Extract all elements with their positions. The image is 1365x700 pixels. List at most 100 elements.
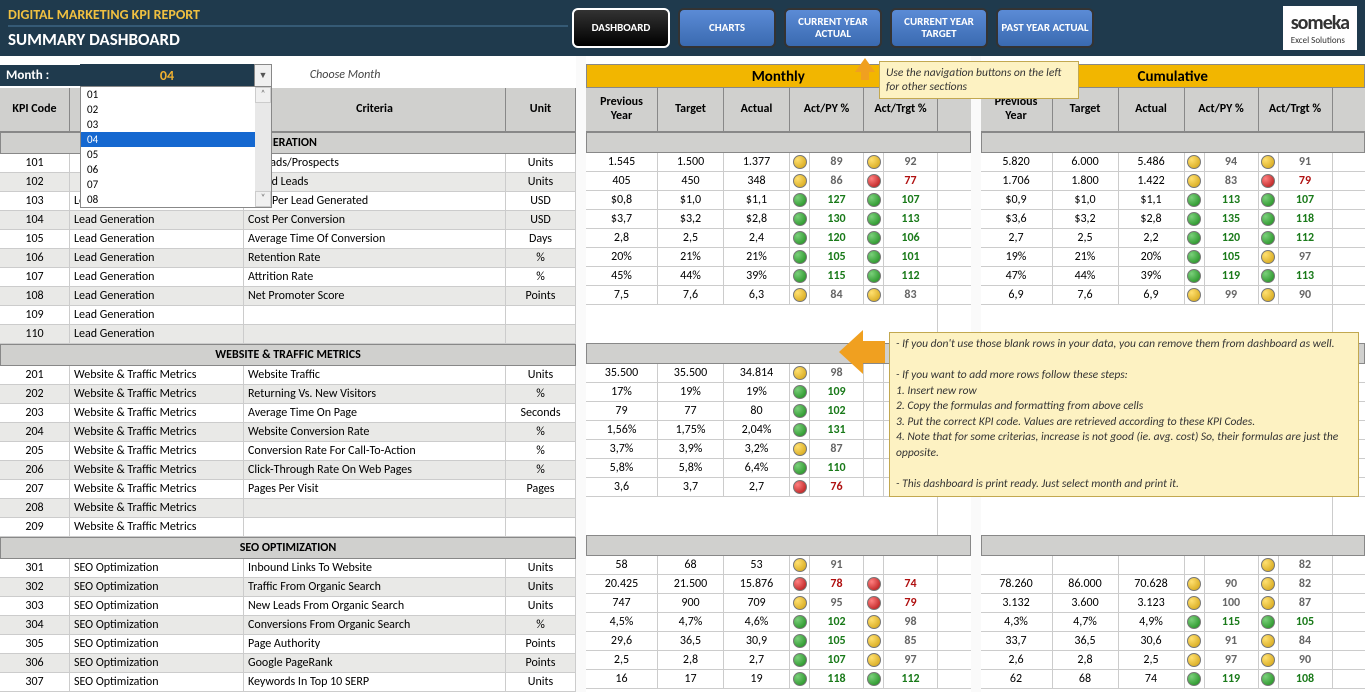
data-row: 7479007099579 <box>586 594 971 613</box>
kpi-category: Website & Traffic Metrics <box>70 518 244 537</box>
data-row: 47%44%39%119113 <box>981 267 1365 286</box>
month-option[interactable]: 04 <box>81 132 271 147</box>
month-option[interactable]: 06 <box>81 162 271 177</box>
report-title: DIGITAL MARKETING KPI REPORT <box>8 6 568 25</box>
kpi-category: Website & Traffic Metrics <box>70 442 244 461</box>
kpi-code: 108 <box>0 287 70 306</box>
kpi-category: Website & Traffic Metrics <box>70 499 244 518</box>
table-row: 104Lead GenerationCost Per ConversionUSD <box>0 211 576 230</box>
kpi-code: 106 <box>0 249 70 268</box>
table-row: 204Website & Traffic MetricsWebsite Conv… <box>0 423 576 442</box>
kpi-code: 207 <box>0 480 70 499</box>
data-row: 58685391 <box>586 556 971 575</box>
month-option[interactable]: 05 <box>81 147 271 162</box>
kpi-category: SEO Optimization <box>70 597 244 616</box>
status-dot <box>793 558 807 572</box>
empty-row <box>981 516 1365 535</box>
status-dot <box>1187 269 1201 283</box>
dropdown-scrollbar[interactable]: ˄ ˅ <box>255 87 271 207</box>
table-row: 105Lead GenerationAverage Time Of Conver… <box>0 230 576 249</box>
kpi-unit: % <box>506 461 576 480</box>
data-row: 161719118112 <box>586 670 971 689</box>
status-dot <box>1261 558 1275 572</box>
month-option[interactable]: 08 <box>81 192 271 207</box>
status-dot <box>793 174 807 188</box>
kpi-criteria: Returning Vs. New Visitors <box>244 385 506 404</box>
kpi-unit: Units <box>506 154 576 173</box>
kpi-code: 107 <box>0 268 70 287</box>
kpi-unit: Units <box>506 366 576 385</box>
kpi-unit: Points <box>506 654 576 673</box>
kpi-code: 209 <box>0 518 70 537</box>
kpi-category: SEO Optimization <box>70 673 244 692</box>
data-row: $3,6$3,2$2,8135118 <box>981 210 1365 229</box>
kpi-unit: Units <box>506 559 576 578</box>
nav-current-year-target[interactable]: CURRENT YEAR TARGET <box>890 8 988 48</box>
data-row: 4,5%4,7%4,6%10298 <box>586 613 971 632</box>
nav-current-year-actual[interactable]: CURRENT YEAR ACTUAL <box>784 8 882 48</box>
status-dot <box>793 577 807 591</box>
dropdown-toggle[interactable]: ▼ <box>254 64 272 88</box>
month-option[interactable]: 03 <box>81 117 271 132</box>
kpi-code: 105 <box>0 230 70 249</box>
kpi-code: 103 <box>0 192 70 211</box>
scroll-up-icon[interactable]: ˄ <box>255 87 271 103</box>
table-row: 302SEO OptimizationTraffic From Organic … <box>0 578 576 597</box>
kpi-code: 203 <box>0 404 70 423</box>
dashboard-subtitle: SUMMARY DASHBOARD <box>8 25 568 50</box>
kpi-unit: USD <box>506 192 576 211</box>
table-row: 305SEO OptimizationPage AuthorityPoints <box>0 635 576 654</box>
data-row: 626874119108 <box>981 670 1365 689</box>
table-row: 203Website & Traffic MetricsAverage Time… <box>0 404 576 423</box>
arrow-up-icon <box>855 58 877 80</box>
kpi-category: Lead Generation <box>70 249 244 268</box>
table-row: 205Website & Traffic MetricsConversion R… <box>0 442 576 461</box>
data-row: 2,52,82,710797 <box>586 651 971 670</box>
month-option[interactable]: 07 <box>81 177 271 192</box>
table-row: 201Website & Traffic MetricsWebsite Traf… <box>0 366 576 385</box>
kpi-unit <box>506 325 576 344</box>
month-option[interactable]: 01 <box>81 87 271 102</box>
empty-row <box>586 305 971 324</box>
kpi-category: SEO Optimization <box>70 654 244 673</box>
kpi-unit: % <box>506 385 576 404</box>
kpi-category: Lead Generation <box>70 268 244 287</box>
month-option[interactable]: 02 <box>81 102 271 117</box>
kpi-code: 306 <box>0 654 70 673</box>
status-dot <box>793 672 807 686</box>
table-row: 303SEO OptimizationNew Leads From Organi… <box>0 597 576 616</box>
kpi-code: 110 <box>0 325 70 344</box>
month-dropdown-list[interactable]: 0102030405060708 ˄ ˅ <box>80 86 272 208</box>
status-dot <box>1187 634 1201 648</box>
status-dot <box>1187 212 1201 226</box>
kpi-category: Website & Traffic Metrics <box>70 480 244 499</box>
kpi-category: Lead Generation <box>70 211 244 230</box>
app-header: DIGITAL MARKETING KPI REPORT SUMMARY DAS… <box>0 0 1365 56</box>
status-dot <box>1261 269 1275 283</box>
nav-charts[interactable]: CHARTS <box>678 8 776 48</box>
kpi-category: Lead Generation <box>70 306 244 325</box>
table-row: 208Website & Traffic Metrics <box>0 499 576 518</box>
status-dot <box>1187 596 1201 610</box>
scroll-down-icon[interactable]: ˅ <box>255 191 271 207</box>
kpi-code: 307 <box>0 673 70 692</box>
month-dropdown[interactable]: 04 ▼ <box>80 64 254 87</box>
kpi-code: 303 <box>0 597 70 616</box>
status-dot <box>867 269 881 283</box>
kpi-criteria: Pages Per Visit <box>244 480 506 499</box>
data-row: 1.5451.5001.3778992 <box>586 153 971 172</box>
month-label: Month : <box>0 65 80 86</box>
status-dot <box>793 212 807 226</box>
empty-row <box>586 497 971 516</box>
nav-help-tooltip: Use the navigation buttons on the left f… <box>879 61 1079 99</box>
kpi-criteria: Google PageRank <box>244 654 506 673</box>
status-dot <box>793 480 807 494</box>
kpi-code: 104 <box>0 211 70 230</box>
kpi-code: 301 <box>0 559 70 578</box>
kpi-category: Website & Traffic Metrics <box>70 423 244 442</box>
kpi-criteria <box>244 518 506 537</box>
status-dot <box>867 174 881 188</box>
kpi-criteria: Website Traffic <box>244 366 506 385</box>
nav-dashboard[interactable]: DASHBOARD <box>572 8 670 48</box>
nav-past-year-actual[interactable]: PAST YEAR ACTUAL <box>996 8 1094 48</box>
